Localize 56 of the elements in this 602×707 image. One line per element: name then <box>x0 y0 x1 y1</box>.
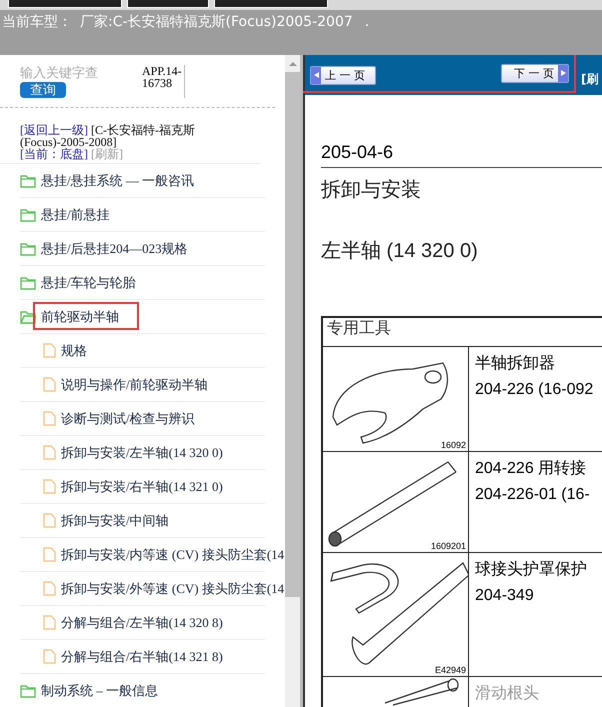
tool-text: 球接头护罩保护 <box>475 560 588 580</box>
document-item[interactable]: 分解与组合/右半轴(14 321 8) <box>61 648 223 666</box>
document-icon <box>43 615 56 630</box>
search-field[interactable]: 输入关键字查 <box>20 65 120 82</box>
refresh-link[interactable]: [刷 <box>581 70 598 88</box>
part-title: 左半轴 (14 320 0) <box>321 239 479 264</box>
procedure-heading: 拆卸与安装 <box>321 178 422 203</box>
part-number: 16092 <box>440 440 466 450</box>
document-icon <box>43 343 56 358</box>
document-item[interactable]: 拆卸与安装/左半轴(14 320 0) <box>61 444 223 462</box>
tool-text: 204-349 <box>475 586 535 606</box>
folder-item[interactable]: 悬挂/车轮与轮胎 <box>41 274 136 292</box>
part-number: 1609201 <box>430 541 466 551</box>
document-icon <box>43 411 56 426</box>
document-item[interactable]: 拆卸与安装/外等速 (CV) 接头防尘套(14 <box>61 580 284 598</box>
document-item[interactable]: 说明与操作/前轮驱动半轴 <box>61 376 208 394</box>
tool-text: 滑动根头 <box>475 684 540 704</box>
part-number: E42949 <box>434 665 466 675</box>
document-item[interactable]: 拆卸与安装/内等速 (CV) 接头防尘套(14 <box>61 546 284 564</box>
section-number: 205-04-6 <box>321 142 602 168</box>
tool-text: 半轴拆卸器 <box>475 354 556 374</box>
scrollbar-thumb[interactable] <box>285 72 300 597</box>
folder-item[interactable]: 悬挂/悬挂系统 — 一般咨讯 <box>41 172 194 190</box>
toolbar-button[interactable] <box>127 0 209 8</box>
toolbar-button[interactable] <box>8 0 122 8</box>
document-icon <box>43 581 56 596</box>
document-icon <box>43 547 56 562</box>
document-icon <box>43 377 56 392</box>
document-item[interactable]: 分解与组合/左半轴(14 320 8) <box>61 614 223 632</box>
document-item[interactable]: 规格 <box>61 342 87 360</box>
app-code: APP.14-16738 <box>142 65 185 98</box>
tool-text: 204-226-01 (16- <box>475 485 591 505</box>
folder-item[interactable]: 悬挂/前悬挂 <box>41 206 110 224</box>
document-icon <box>43 445 56 460</box>
toolbar-button[interactable] <box>214 0 328 8</box>
document-icon <box>43 649 56 664</box>
current-link[interactable]: [当前：底盘] <box>20 147 88 161</box>
back-link[interactable]: [返回上一级] <box>20 123 88 137</box>
previous-page-button[interactable]: 上 一 页 <box>310 66 376 84</box>
vehicle-mark: . <box>364 13 370 31</box>
search-button[interactable]: 查询 <box>20 82 66 98</box>
vehicle-model: 厂家:C-长安福特福克斯(Focus)2005-2007 <box>80 13 353 31</box>
folder-item[interactable]: 前轮驱动半轴 <box>41 308 119 326</box>
folder-item[interactable]: 制动系统 – 一般信息 <box>41 682 158 700</box>
table-caption: 专用工具 <box>322 317 602 346</box>
next-page-button[interactable]: 下 一 页 <box>501 64 569 82</box>
document-item[interactable]: 拆卸与安装/中间轴 <box>61 512 169 530</box>
tool-text: 204-226 用转接 <box>475 458 588 479</box>
document-item[interactable]: 诊断与测试/检查与辨识 <box>61 410 195 428</box>
document-icon <box>43 479 56 494</box>
document-icon <box>43 513 56 528</box>
document-item[interactable]: 拆卸与安装/右半轴(14 321 0) <box>61 478 223 496</box>
vehicle-label: 当前车型： <box>2 13 72 31</box>
breadcrumb-path: [返回上一级] [C-长安福特-福克斯(Focus)-2005-2008] <box>20 123 195 149</box>
tool-text: 204-226 (16-092 <box>475 380 594 400</box>
folder-item[interactable]: 悬挂/后悬挂204—023规格 <box>41 240 188 258</box>
